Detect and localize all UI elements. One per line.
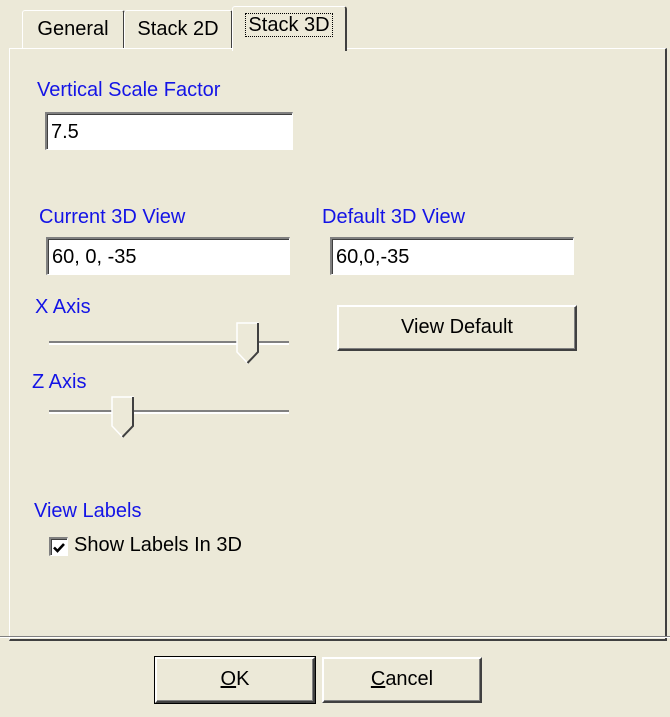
cancel-button-label-rest: ancel	[385, 668, 434, 690]
cancel-button[interactable]: Cancel	[322, 657, 482, 703]
z-axis-slider-track[interactable]	[49, 410, 289, 414]
show-labels-checkbox-label[interactable]: Show Labels In 3D	[74, 534, 242, 557]
cancel-button-mnemonic: C	[370, 668, 386, 690]
ok-button[interactable]: OK	[154, 656, 316, 704]
x-axis-label: X Axis	[35, 296, 91, 318]
ok-button-mnemonic: O	[220, 668, 237, 690]
view-default-button[interactable]: View Default	[337, 305, 577, 351]
current-3d-view-input[interactable]: 60, 0, -35	[46, 237, 290, 275]
checkmark-icon	[53, 543, 65, 553]
view-labels-label: View Labels	[34, 500, 142, 522]
z-axis-slider-thumb[interactable]	[111, 396, 135, 438]
default-3d-view-label: Default 3D View	[322, 206, 466, 228]
default-3d-view-input[interactable]: 60,0,-35	[330, 237, 574, 275]
x-axis-slider-thumb[interactable]	[236, 322, 260, 364]
vertical-scale-factor-label: Vertical Scale Factor	[37, 79, 221, 101]
panel-separator	[0, 636, 670, 638]
ok-button-label-rest: K	[236, 668, 250, 690]
current-3d-view-label: Current 3D View	[39, 206, 186, 228]
vertical-scale-factor-input[interactable]: 7.5	[45, 112, 293, 150]
z-axis-label: Z Axis	[32, 371, 87, 393]
show-labels-checkbox[interactable]	[49, 537, 68, 556]
